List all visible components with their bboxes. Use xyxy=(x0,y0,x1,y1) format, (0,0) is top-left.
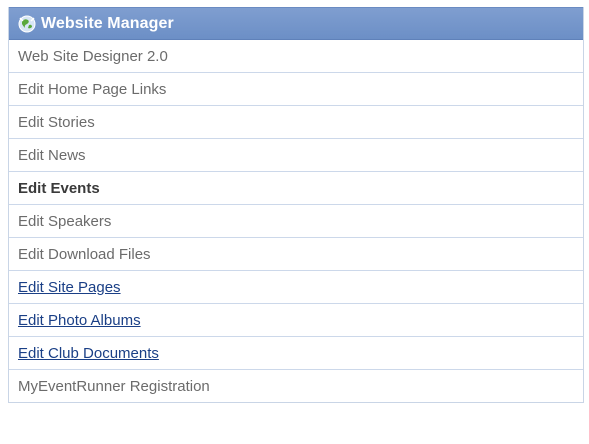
menu-item-label: MyEventRunner Registration xyxy=(18,377,210,395)
menu-item-label: Edit Speakers xyxy=(18,212,112,230)
menu-item-edit-download-files: Edit Download Files xyxy=(9,237,583,270)
menu-item-web-site-designer: Web Site Designer 2.0 xyxy=(9,39,583,72)
menu-item-label: Edit News xyxy=(18,146,86,164)
menu-item-edit-site-pages[interactable]: Edit Site Pages xyxy=(9,270,583,303)
menu-item-label: Edit Home Page Links xyxy=(18,80,167,98)
globe-icon xyxy=(17,14,37,34)
menu-item-label: Edit Download Files xyxy=(18,245,151,263)
edit-site-pages-link[interactable]: Edit Site Pages xyxy=(18,279,121,296)
panel-title: Website Manager xyxy=(41,14,174,32)
edit-photo-albums-link[interactable]: Edit Photo Albums xyxy=(18,312,141,329)
edit-club-documents-link[interactable]: Edit Club Documents xyxy=(18,345,159,362)
menu-item-edit-photo-albums[interactable]: Edit Photo Albums xyxy=(9,303,583,336)
menu-item-edit-club-documents[interactable]: Edit Club Documents xyxy=(9,336,583,369)
menu-item-label: Edit Events xyxy=(18,179,100,197)
menu-item-edit-events: Edit Events xyxy=(9,171,583,204)
panel-header: Website Manager xyxy=(9,7,583,39)
menu-item-edit-news: Edit News xyxy=(9,138,583,171)
menu-item-edit-stories: Edit Stories xyxy=(9,105,583,138)
website-manager-panel: Website Manager Web Site Designer 2.0 Ed… xyxy=(8,7,584,403)
menu-item-label: Web Site Designer 2.0 xyxy=(18,47,168,65)
menu-list: Web Site Designer 2.0 Edit Home Page Lin… xyxy=(9,39,583,402)
menu-item-edit-home-page-links: Edit Home Page Links xyxy=(9,72,583,105)
menu-item-edit-speakers: Edit Speakers xyxy=(9,204,583,237)
menu-item-myeventrunner-registration: MyEventRunner Registration xyxy=(9,369,583,402)
menu-item-label: Edit Stories xyxy=(18,113,95,131)
